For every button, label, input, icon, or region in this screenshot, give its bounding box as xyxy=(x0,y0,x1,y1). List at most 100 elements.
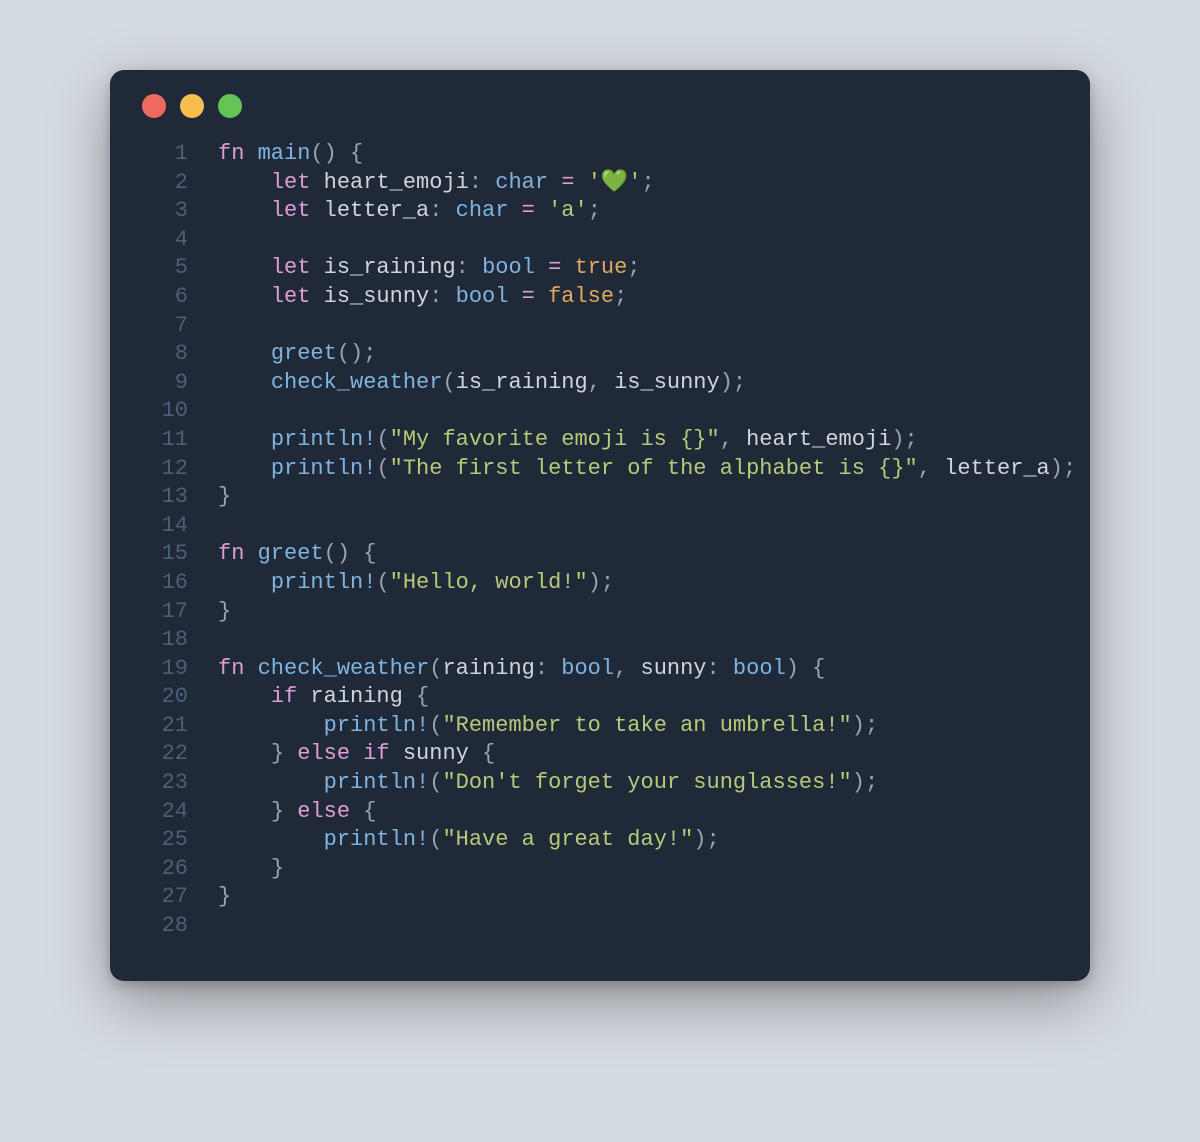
token: ( xyxy=(376,427,389,452)
token: "My favorite emoji is {}" xyxy=(390,427,720,452)
code-line[interactable]: 15fn greet() { xyxy=(138,540,1062,569)
code-content[interactable] xyxy=(192,312,231,341)
token: heart_emoji xyxy=(746,427,891,452)
close-icon[interactable] xyxy=(142,94,166,118)
code-content[interactable]: if raining { xyxy=(192,683,429,712)
code-line[interactable]: 12 println!("The first letter of the alp… xyxy=(138,455,1062,484)
code-editor[interactable]: 1fn main() {2 let heart_emoji: char = '💚… xyxy=(110,130,1090,951)
token: letter_a xyxy=(944,456,1050,481)
code-line[interactable]: 6 let is_sunny: bool = false; xyxy=(138,283,1062,312)
token: let xyxy=(271,198,324,223)
code-line[interactable]: 23 println!("Don't forget your sunglasse… xyxy=(138,769,1062,798)
token: ) xyxy=(852,713,865,738)
code-content[interactable]: } else { xyxy=(192,798,376,827)
minimize-icon[interactable] xyxy=(180,94,204,118)
line-number: 14 xyxy=(138,512,192,541)
token: } xyxy=(218,884,231,909)
line-number: 24 xyxy=(138,798,192,827)
token xyxy=(218,456,271,481)
code-line[interactable]: 5 let is_raining: bool = true; xyxy=(138,254,1062,283)
token: fn xyxy=(218,141,258,166)
token xyxy=(548,170,561,195)
token: sunny xyxy=(641,656,707,681)
code-content[interactable]: println!("My favorite emoji is {}", hear… xyxy=(192,426,918,455)
token: { xyxy=(350,541,376,566)
token: is_raining xyxy=(456,370,588,395)
token xyxy=(508,284,521,309)
code-content[interactable] xyxy=(192,626,231,655)
code-content[interactable] xyxy=(192,226,231,255)
code-content[interactable]: } xyxy=(192,883,231,912)
code-line[interactable]: 21 println!("Remember to take an umbrell… xyxy=(138,712,1062,741)
code-content[interactable]: } xyxy=(192,483,231,512)
code-content[interactable]: } xyxy=(192,598,231,627)
token: { xyxy=(469,741,495,766)
code-content[interactable]: println!("Remember to take an umbrella!"… xyxy=(192,712,878,741)
code-content[interactable] xyxy=(192,912,231,941)
code-line[interactable]: 20 if raining { xyxy=(138,683,1062,712)
code-content[interactable]: } xyxy=(192,855,284,884)
code-line[interactable]: 9 check_weather(is_raining, is_sunny); xyxy=(138,369,1062,398)
code-line[interactable]: 7 xyxy=(138,312,1062,341)
code-content[interactable]: println!("The first letter of the alphab… xyxy=(192,455,1076,484)
token: println! xyxy=(271,427,377,452)
token: = xyxy=(561,170,574,195)
code-content[interactable]: fn check_weather(raining: bool, sunny: b… xyxy=(192,655,825,684)
token: = xyxy=(522,198,535,223)
code-line[interactable]: 22 } else if sunny { xyxy=(138,740,1062,769)
line-number: 23 xyxy=(138,769,192,798)
line-number: 6 xyxy=(138,283,192,312)
code-line[interactable]: 19fn check_weather(raining: bool, sunny:… xyxy=(138,655,1062,684)
code-line[interactable]: 2 let heart_emoji: char = '💚'; xyxy=(138,169,1062,198)
code-line[interactable]: 24 } else { xyxy=(138,798,1062,827)
code-line[interactable]: 8 greet(); xyxy=(138,340,1062,369)
token xyxy=(218,713,324,738)
token: ( xyxy=(429,770,442,795)
token: { xyxy=(799,656,825,681)
code-line[interactable]: 14 xyxy=(138,512,1062,541)
code-content[interactable]: greet(); xyxy=(192,340,376,369)
code-content[interactable]: println!("Hello, world!"); xyxy=(192,569,614,598)
code-content[interactable]: fn greet() { xyxy=(192,540,376,569)
code-content[interactable]: let heart_emoji: char = '💚'; xyxy=(192,169,655,198)
line-number: 8 xyxy=(138,340,192,369)
code-line[interactable]: 26 } xyxy=(138,855,1062,884)
code-line[interactable]: 17} xyxy=(138,598,1062,627)
code-content[interactable]: println!("Have a great day!"); xyxy=(192,826,720,855)
code-line[interactable]: 3 let letter_a: char = 'a'; xyxy=(138,197,1062,226)
code-content[interactable] xyxy=(192,512,231,541)
code-line[interactable]: 13} xyxy=(138,483,1062,512)
code-content[interactable]: check_weather(is_raining, is_sunny); xyxy=(192,369,746,398)
code-line[interactable]: 11 println!("My favorite emoji is {}", h… xyxy=(138,426,1062,455)
line-number: 4 xyxy=(138,226,192,255)
token: "Hello, world!" xyxy=(390,570,588,595)
token: : xyxy=(707,656,733,681)
token: ; xyxy=(707,827,720,852)
token: : xyxy=(429,198,455,223)
code-line[interactable]: 18 xyxy=(138,626,1062,655)
token xyxy=(535,284,548,309)
code-content[interactable]: let letter_a: char = 'a'; xyxy=(192,197,601,226)
token: : xyxy=(469,170,495,195)
token xyxy=(218,570,271,595)
token: () xyxy=(324,541,350,566)
code-content[interactable]: println!("Don't forget your sunglasses!"… xyxy=(192,769,878,798)
token: ) xyxy=(786,656,799,681)
code-line[interactable]: 25 println!("Have a great day!"); xyxy=(138,826,1062,855)
code-line[interactable]: 4 xyxy=(138,226,1062,255)
token xyxy=(218,170,271,195)
token: , xyxy=(720,427,746,452)
code-content[interactable]: } else if sunny { xyxy=(192,740,495,769)
code-content[interactable]: fn main() { xyxy=(192,140,363,169)
code-line[interactable]: 1fn main() { xyxy=(138,140,1062,169)
code-content[interactable]: let is_sunny: bool = false; xyxy=(192,283,627,312)
code-line[interactable]: 27} xyxy=(138,883,1062,912)
code-line[interactable]: 28 xyxy=(138,912,1062,941)
code-content[interactable] xyxy=(192,397,231,426)
maximize-icon[interactable] xyxy=(218,94,242,118)
token: println! xyxy=(324,770,430,795)
code-content[interactable]: let is_raining: bool = true; xyxy=(192,254,641,283)
code-line[interactable]: 10 xyxy=(138,397,1062,426)
code-line[interactable]: 16 println!("Hello, world!"); xyxy=(138,569,1062,598)
token: raining xyxy=(310,684,402,709)
